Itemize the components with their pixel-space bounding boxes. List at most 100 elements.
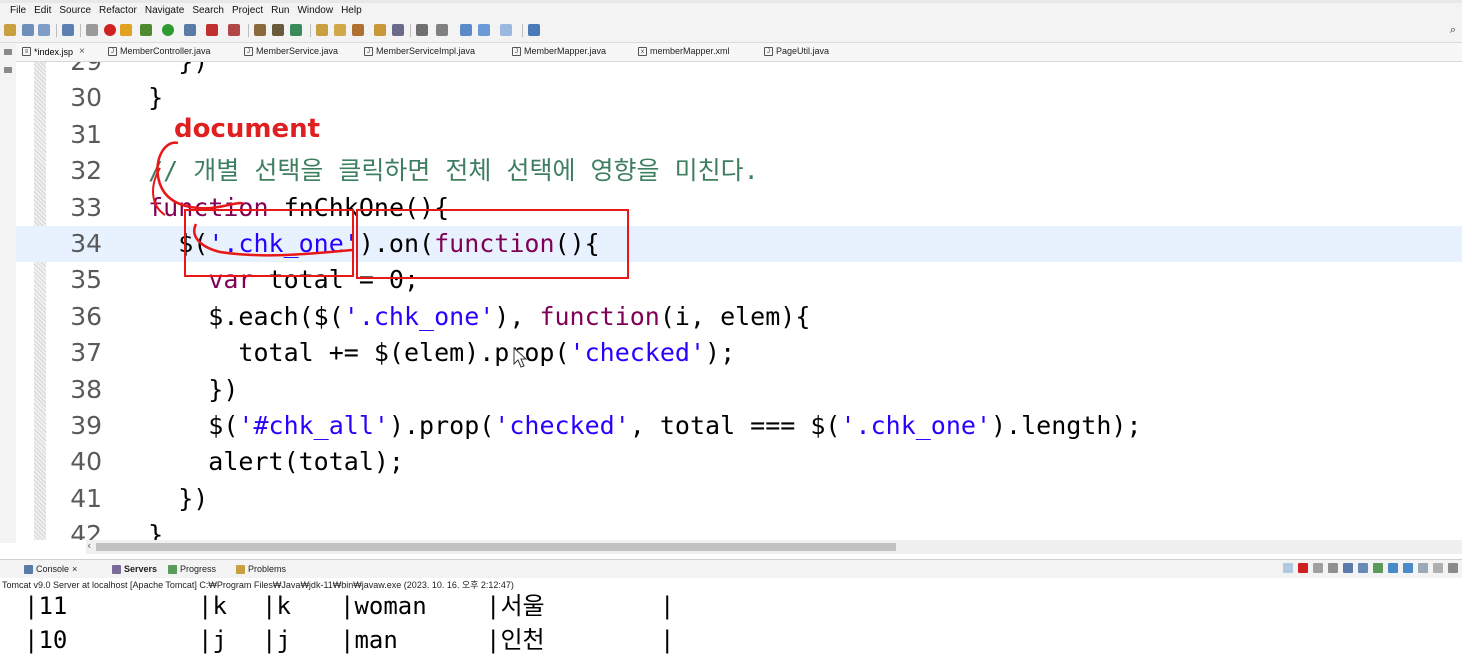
restore-icon[interactable] (4, 49, 12, 55)
minimize-icon[interactable] (1433, 563, 1443, 573)
code-text: }) (118, 483, 209, 513)
open-type-icon[interactable] (316, 24, 328, 36)
pin-editor-icon[interactable] (528, 24, 540, 36)
java-file-icon: J (764, 46, 773, 56)
menu-item-navigate[interactable]: Navigate (141, 5, 188, 17)
code-line: 32 // 개별 선택을 클릭하면 전체 선택에 영향을 미친다. (16, 153, 1462, 189)
skip-breakpoints-icon[interactable] (86, 24, 98, 36)
server-icon[interactable] (228, 24, 240, 36)
menu-item-help[interactable]: Help (337, 5, 366, 17)
console-row: |11 |k |k |woman |서울 | (0, 592, 1462, 624)
code-line: 38 }) (16, 372, 1462, 408)
console-icon (24, 564, 33, 574)
editor-tab[interactable]: x memberMapper.xml (638, 46, 730, 56)
annotation-box-selector (184, 209, 354, 277)
close-icon[interactable]: × (72, 564, 77, 574)
console-tab-servers[interactable]: Servers (112, 564, 157, 574)
console-cell: |k (262, 592, 291, 620)
menu-items: File Edit Source Refactor Navigate Search Proj… (6, 5, 366, 17)
console-cell: |10 (24, 626, 68, 654)
show-on-output-icon[interactable] (1373, 563, 1383, 573)
new-class-icon[interactable] (290, 24, 302, 36)
refresh-icon[interactable] (120, 24, 132, 36)
scroll-lock-icon[interactable] (1343, 563, 1353, 573)
console-tab-console[interactable]: Console × (24, 564, 77, 574)
new-icon[interactable] (4, 24, 16, 36)
pen-icon[interactable] (352, 24, 364, 36)
save-icon[interactable] (22, 24, 34, 36)
menu-item-source[interactable]: Source (55, 5, 95, 17)
save-all-icon[interactable] (38, 24, 50, 36)
prev-annotation-icon[interactable] (436, 24, 448, 36)
menu-item-window[interactable]: Window (293, 5, 337, 17)
line-number: 42 (70, 520, 102, 540)
last-edit-icon[interactable] (460, 24, 472, 36)
search-icon[interactable]: ⌕ (1450, 23, 1456, 37)
word-wrap-icon[interactable] (1358, 563, 1368, 573)
search-toolbar-icon[interactable] (392, 24, 404, 36)
display-console-icon[interactable] (1403, 563, 1413, 573)
editor-tab[interactable]: J MemberController.java (108, 46, 211, 56)
remove-launch-icon[interactable] (1313, 563, 1323, 573)
line-number: 38 (70, 374, 102, 404)
coverage-icon[interactable] (184, 24, 196, 36)
console-tab-progress[interactable]: Progress (168, 564, 216, 574)
scrollbar-thumb[interactable] (96, 543, 896, 551)
run-icon[interactable] (162, 24, 174, 36)
console-cell: |man (340, 626, 398, 654)
maximize-icon[interactable] (1448, 563, 1458, 573)
back-icon[interactable] (478, 24, 490, 36)
pin-console-icon[interactable] (1388, 563, 1398, 573)
editor-horizontal-scrollbar[interactable]: ‹ (86, 539, 1462, 554)
toolbar-separator (410, 24, 411, 37)
terminal-icon[interactable] (62, 24, 74, 36)
editor-tab[interactable]: J MemberMapper.java (512, 46, 606, 56)
console-tab-label: Servers (124, 564, 158, 574)
external-tools-icon[interactable] (206, 24, 218, 36)
code-text: $.each($('.chk_one'), function(i, elem){ (118, 301, 811, 331)
scroll-left-icon[interactable]: ‹ (87, 539, 91, 552)
line-number: 37 (70, 338, 102, 368)
console-tab-bar: Console × Servers Progress Problems (0, 559, 1462, 578)
remove-all-icon[interactable] (1328, 563, 1338, 573)
code-line: 41 }) (16, 481, 1462, 517)
toolbar-separator (56, 24, 57, 37)
mouse-cursor-icon (513, 347, 528, 368)
console-cell: |k (198, 592, 227, 620)
toolbar-separator (80, 24, 81, 37)
editor-tab[interactable]: ≡ *index.jsp × (22, 46, 85, 57)
debug-icon[interactable] (140, 24, 152, 36)
menu-item-project[interactable]: Project (228, 5, 267, 17)
annotation-box-on-function (356, 209, 629, 279)
link-icon[interactable] (1283, 563, 1293, 573)
console-cell: |j (262, 626, 291, 654)
editor-tab[interactable]: J PageUtil.java (764, 46, 829, 56)
next-annotation-icon[interactable] (416, 24, 428, 36)
package-icon[interactable] (254, 24, 266, 36)
grid-icon[interactable] (272, 24, 284, 36)
console-tab-problems[interactable]: Problems (236, 564, 286, 574)
toolbar-separator (310, 24, 311, 37)
forward-icon[interactable] (500, 24, 512, 36)
menu-item-refactor[interactable]: Refactor (95, 5, 141, 17)
console-toolbar (1283, 563, 1458, 573)
terminate-icon[interactable] (1298, 563, 1308, 573)
toolbar: ⌕ (0, 20, 1462, 43)
menu-item-edit[interactable]: Edit (30, 5, 55, 17)
console-output[interactable]: |11 |k |k |woman |서울 | |10 |j |j |man |인천 | (0, 592, 1462, 671)
editor-tab[interactable]: J MemberServiceImpl.java (364, 46, 475, 56)
menu-item-run[interactable]: Run (267, 5, 293, 17)
menu-item-search[interactable]: Search (188, 5, 228, 17)
open-resource-icon[interactable] (334, 24, 346, 36)
open-console-icon[interactable] (1418, 563, 1428, 573)
console-cell: |woman (340, 592, 427, 620)
line-number: 41 (70, 483, 102, 513)
close-icon[interactable]: × (79, 46, 85, 57)
editor-tab[interactable]: J MemberService.java (244, 46, 338, 56)
folder-icon[interactable] (374, 24, 386, 36)
stop-icon[interactable] (104, 24, 116, 36)
line-number: 31 (70, 119, 102, 149)
menu-item-file[interactable]: File (6, 5, 30, 17)
outline-icon[interactable] (4, 67, 12, 73)
code-text: // 개별 선택을 클릭하면 전체 선택에 영향을 미친다. (148, 156, 759, 186)
